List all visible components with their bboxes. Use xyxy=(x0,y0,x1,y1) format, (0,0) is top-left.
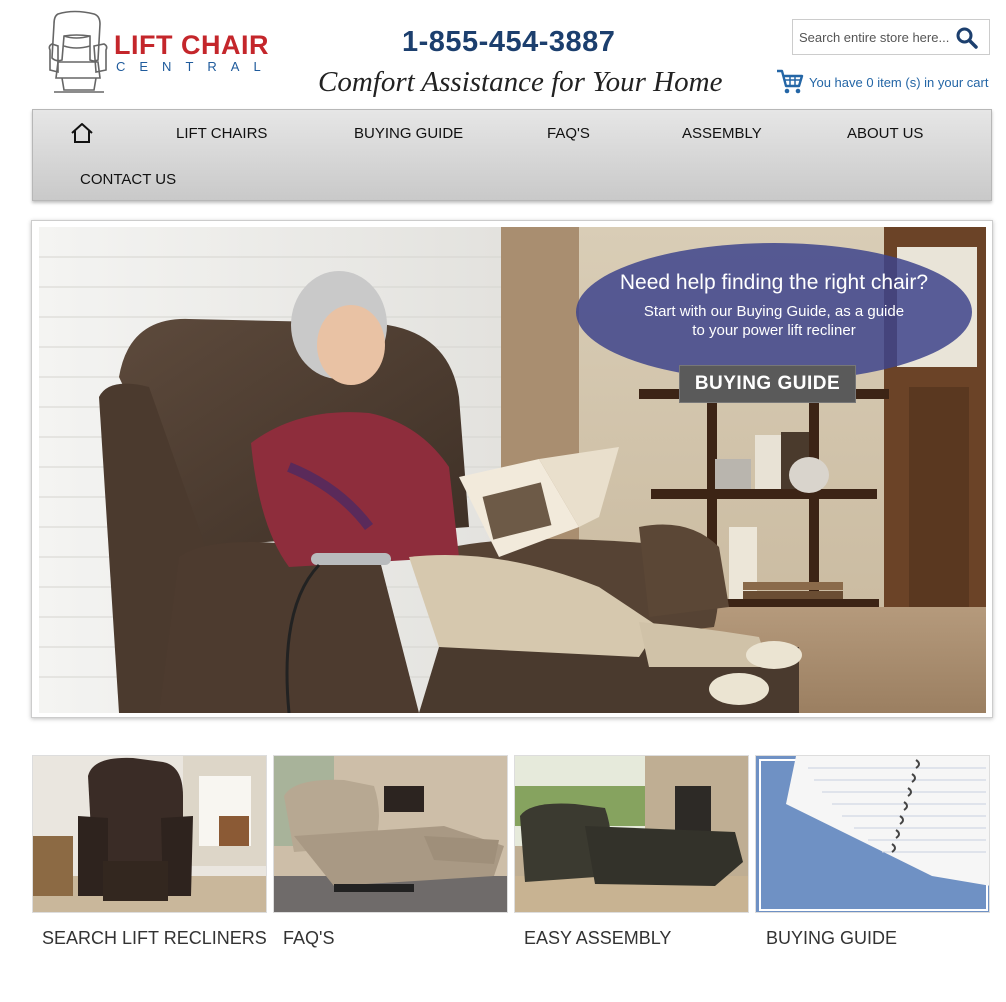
phone-number[interactable]: 1-855-454-3887 xyxy=(402,26,615,59)
nav-assembly[interactable]: ASSEMBLY xyxy=(682,125,762,142)
buying-guide-button[interactable]: BUYING GUIDE xyxy=(679,365,856,403)
tile-buying-guide[interactable] xyxy=(755,755,990,913)
beige-recliner-photo xyxy=(274,756,507,912)
home-icon xyxy=(71,123,93,143)
nav-contact-us[interactable]: CONTACT US xyxy=(80,171,176,188)
logo-subtitle: CENTRAL xyxy=(116,59,275,74)
buying-guide-callout: Need help finding the right chair? Start… xyxy=(576,243,972,381)
nav-faqs[interactable]: FAQ'S xyxy=(547,125,590,142)
callout-subtitle-line1: Start with our Buying Guide, as a guide xyxy=(643,303,905,320)
tile-label-easy-assembly[interactable]: EASY ASSEMBLY xyxy=(524,928,671,949)
search-icon xyxy=(956,27,978,49)
nav-home[interactable] xyxy=(70,122,94,144)
tile-easy-assembly[interactable] xyxy=(514,755,749,913)
logo-title: LIFT CHAIR xyxy=(114,30,269,60)
hero-image[interactable]: Need help finding the right chair? Start… xyxy=(39,227,986,713)
notebook-photo xyxy=(756,756,989,912)
tagline: Comfort Assistance for Your Home xyxy=(318,66,723,98)
tile-search-lift-recliners[interactable] xyxy=(32,755,267,913)
tile-faqs[interactable] xyxy=(273,755,508,913)
tile-label-faqs[interactable]: FAQ'S xyxy=(283,928,334,949)
callout-subtitle-line2: to your power lift recliner xyxy=(692,322,856,339)
shopping-cart-icon xyxy=(777,69,804,94)
nav-buying-guide[interactable]: BUYING GUIDE xyxy=(354,125,463,142)
search-input[interactable] xyxy=(799,26,959,48)
cart-status-text: You have 0 item (s) in your cart xyxy=(809,75,989,90)
main-navigation: LIFT CHAIRS BUYING GUIDE FAQ'S ASSEMBLY … xyxy=(32,109,992,201)
recliner-room-photo xyxy=(33,756,266,912)
tile-label-buying-guide[interactable]: BUYING GUIDE xyxy=(766,928,897,949)
search-box xyxy=(792,19,990,55)
site-logo[interactable]: LIFT CHAIR CENTRAL xyxy=(44,10,274,96)
search-button[interactable] xyxy=(955,26,979,50)
lift-chair-logo-icon xyxy=(48,10,108,93)
hero-banner: Need help finding the right chair? Start… xyxy=(31,220,993,718)
callout-title: Need help finding the right chair? xyxy=(619,271,929,294)
dark-recliner-photo xyxy=(515,756,748,912)
tile-label-search-lift-recliners[interactable]: SEARCH LIFT RECLINERS xyxy=(42,928,267,949)
nav-lift-chairs[interactable]: LIFT CHAIRS xyxy=(176,125,267,142)
nav-about-us[interactable]: ABOUT US xyxy=(847,125,923,142)
